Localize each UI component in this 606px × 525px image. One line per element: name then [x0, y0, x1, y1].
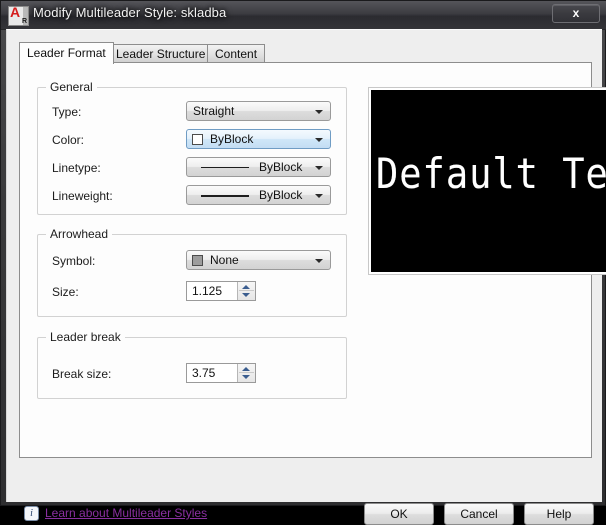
tab-leader-format[interactable]: Leader Format — [19, 42, 114, 64]
autocad-app-icon: A R — [8, 6, 29, 26]
arrowhead-size-value: 1.125 — [192, 284, 223, 298]
color-swatch-icon — [192, 134, 203, 145]
tab-content[interactable]: Content — [207, 44, 266, 63]
group-leader-break-title: Leader break — [46, 330, 125, 344]
linetype-combobox[interactable]: ByBlock — [186, 157, 331, 177]
dialog-window: A R Modify Multileader Style: skladba x … — [0, 0, 606, 525]
group-leader-break: Leader break Break size: 3.75 — [37, 330, 347, 399]
label-size: Size: — [52, 285, 79, 299]
info-icon: i — [24, 506, 39, 521]
color-value: ByBlock — [210, 132, 254, 146]
window-title: Modify Multileader Style: skladba — [33, 5, 227, 20]
chevron-down-icon — [315, 194, 323, 198]
help-button[interactable]: Help — [524, 503, 594, 525]
color-combobox[interactable]: ByBlock — [186, 129, 331, 149]
chevron-down-icon — [315, 138, 323, 142]
label-symbol: Symbol: — [52, 254, 96, 268]
tab-leader-structure[interactable]: Leader Structure — [108, 44, 214, 63]
ok-button[interactable]: OK — [364, 503, 434, 525]
title-bar[interactable]: A R Modify Multileader Style: skladba x — [1, 1, 606, 30]
linetype-value: ByBlock — [259, 160, 303, 174]
stepper-buttons[interactable] — [237, 282, 255, 300]
label-color: Color: — [52, 133, 85, 147]
group-general: General Type: Straight Color: ByBlock Li… — [37, 80, 347, 215]
lineweight-value: ByBlock — [259, 188, 303, 202]
label-break-size: Break size: — [52, 367, 112, 381]
label-linetype: Linetype: — [52, 161, 101, 175]
label-lineweight: Lineweight: — [52, 189, 113, 203]
preview-canvas: Default Text — [371, 90, 606, 272]
lineweight-combobox[interactable]: ByBlock — [186, 185, 331, 205]
chevron-down-icon — [315, 166, 323, 170]
chevron-down-icon — [315, 259, 323, 263]
type-combobox[interactable]: Straight — [186, 101, 331, 121]
group-general-title: General — [46, 80, 97, 94]
cancel-button[interactable]: Cancel — [444, 503, 514, 525]
arrowhead-swatch-icon — [192, 255, 203, 266]
break-size-value: 3.75 — [192, 366, 216, 380]
preview-panel: Default Text — [368, 87, 606, 275]
type-value: Straight — [193, 104, 235, 118]
arrowhead-symbol-combobox[interactable]: None — [186, 250, 331, 270]
stepper-buttons[interactable] — [237, 364, 255, 382]
stepper-up-icon[interactable] — [242, 367, 250, 371]
group-arrowhead: Arrowhead Symbol: None Size: 1.125 — [37, 227, 347, 317]
stepper-down-icon[interactable] — [242, 293, 250, 297]
arrowhead-symbol-value: None — [210, 253, 239, 267]
solid-line-icon — [201, 195, 249, 197]
learn-about-multileader-styles-link[interactable]: Learn about Multileader Styles — [45, 506, 207, 520]
arrowhead-size-stepper[interactable]: 1.125 — [186, 281, 256, 301]
break-size-stepper[interactable]: 3.75 — [186, 363, 256, 383]
tab-strip: Leader Format Leader Structure Content — [19, 42, 349, 64]
stepper-down-icon[interactable] — [242, 375, 250, 379]
tab-panel-leader-format: General Type: Straight Color: ByBlock Li… — [19, 62, 606, 458]
label-type: Type: — [52, 105, 82, 119]
dialog-client-area: Leader Format Leader Structure Content G… — [6, 29, 606, 525]
chevron-down-icon — [315, 110, 323, 114]
stepper-up-icon[interactable] — [242, 285, 250, 289]
preview-text: Default Text — [376, 149, 606, 198]
group-arrowhead-title: Arrowhead — [46, 227, 113, 241]
solid-line-icon — [201, 167, 249, 168]
close-icon[interactable]: x — [552, 4, 600, 23]
